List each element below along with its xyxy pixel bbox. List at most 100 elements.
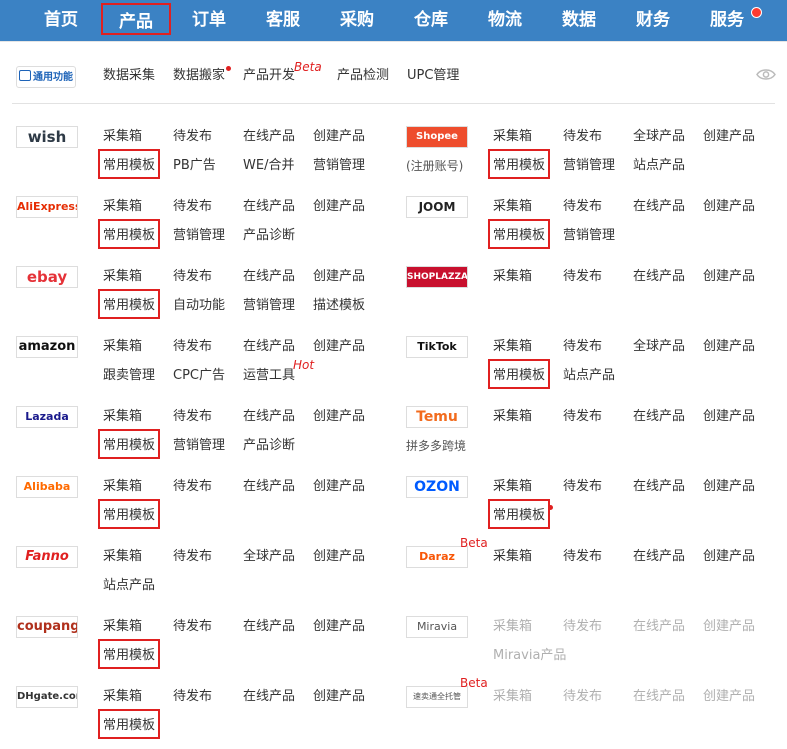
subnav-product-check[interactable]: 产品检测 [337, 67, 389, 85]
link-dhgate-com-r1-1[interactable]: 待发布 [173, 688, 212, 706]
link-tiktok-r1-0[interactable]: 采集箱 [493, 338, 532, 356]
link-ebay-r2-2[interactable]: 营销管理 [243, 297, 295, 315]
link-shopee-r1-1[interactable]: 待发布 [563, 128, 602, 146]
link-amazon-r1-2[interactable]: 在线产品 [243, 338, 295, 356]
link-daraz-r1-1[interactable]: 待发布 [563, 548, 602, 566]
link-ozon-r1-1[interactable]: 待发布 [563, 478, 602, 496]
link-shopee-r1-2[interactable]: 全球产品 [633, 128, 685, 146]
link-coupang-r1-3[interactable]: 创建产品 [313, 618, 365, 636]
link-shopee-r1-0[interactable]: 采集箱 [493, 128, 532, 146]
link-ozon-r1-0[interactable]: 采集箱 [493, 478, 532, 496]
link-wish-r2-2[interactable]: WE/合并 [243, 157, 294, 175]
link-amazon-r2-1[interactable]: CPC广告 [173, 367, 225, 385]
link-joom-r1-0[interactable]: 采集箱 [493, 198, 532, 216]
link-dhgate-com-r1-2[interactable]: 在线产品 [243, 688, 295, 706]
link-amazon-r1-3[interactable]: 创建产品 [313, 338, 365, 356]
link-temu-r1-1[interactable]: 待发布 [563, 408, 602, 426]
link-shopee-r2-1[interactable]: 营销管理 [563, 157, 615, 175]
platform-logo-coupang[interactable]: coupang [16, 616, 78, 638]
platform-logo-ozon[interactable]: OZON [406, 476, 468, 498]
link-ebay-r1-3[interactable]: 创建产品 [313, 268, 365, 286]
nav-item-service[interactable]: 客服 [252, 0, 314, 41]
nav-item-warehouse[interactable]: 仓库 [400, 0, 462, 41]
link-amazon-r1-0[interactable]: 采集箱 [103, 338, 142, 356]
platform-logo-dhgate-com[interactable]: DHgate.com [16, 686, 78, 708]
link-amazon-r2-2[interactable]: 运营工具 [243, 367, 295, 385]
link-shoplazza-r1-1[interactable]: 待发布 [563, 268, 602, 286]
link-ebay-r2-1[interactable]: 自动功能 [173, 297, 225, 315]
link-joom-r1-2[interactable]: 在线产品 [633, 198, 685, 216]
link-tiktok-r1-3[interactable]: 创建产品 [703, 338, 755, 356]
subnav-data-collect[interactable]: 数据采集 [103, 67, 155, 85]
link-ebay-r1-0[interactable]: 采集箱 [103, 268, 142, 286]
link-aliexpress-r1-2[interactable]: 在线产品 [243, 198, 295, 216]
link-tiktok-r1-1[interactable]: 待发布 [563, 338, 602, 356]
platform-logo-ebay[interactable]: ebay [16, 266, 78, 288]
platform-logo-速卖通全托管[interactable]: 速卖通全托管 [406, 686, 468, 708]
link-alibaba-r1-3[interactable]: 创建产品 [313, 478, 365, 496]
link-shoplazza-r1-0[interactable]: 采集箱 [493, 268, 532, 286]
link-aliexpress-r2-1[interactable]: 营销管理 [173, 227, 225, 245]
subnav-product-develop[interactable]: 产品开发 [243, 67, 295, 85]
link-coupang-r1-1[interactable]: 待发布 [173, 618, 212, 636]
platform-logo-lazada[interactable]: Lazada [16, 406, 78, 428]
platform-logo-shopee[interactable]: Shopee [406, 126, 468, 148]
platform-logo-fanno[interactable]: Fanno [16, 546, 78, 568]
link-wish-r1-2[interactable]: 在线产品 [243, 128, 295, 146]
link-lazada-r1-2[interactable]: 在线产品 [243, 408, 295, 426]
link-joom-r1-3[interactable]: 创建产品 [703, 198, 755, 216]
link-wish-r1-0[interactable]: 采集箱 [103, 128, 142, 146]
link-daraz-r1-0[interactable]: 采集箱 [493, 548, 532, 566]
link-temu-r1-3[interactable]: 创建产品 [703, 408, 755, 426]
link-tiktok-r1-2[interactable]: 全球产品 [633, 338, 685, 356]
platform-logo-shoplazza[interactable]: SHOPLAZZA [406, 266, 468, 288]
subnav-data-move[interactable]: 数据搬家 [173, 67, 225, 85]
nav-item-finance[interactable]: 财务 [622, 0, 684, 41]
link-amazon-r2-0[interactable]: 跟卖管理 [103, 367, 155, 385]
link-ozon-r1-2[interactable]: 在线产品 [633, 478, 685, 496]
link-alibaba-r1-1[interactable]: 待发布 [173, 478, 212, 496]
nav-item-purchase[interactable]: 采购 [326, 0, 388, 41]
link-lazada-r1-1[interactable]: 待发布 [173, 408, 212, 426]
link-alibaba-r1-2[interactable]: 在线产品 [243, 478, 295, 496]
link-ebay-r1-2[interactable]: 在线产品 [243, 268, 295, 286]
link-lazada-r1-3[interactable]: 创建产品 [313, 408, 365, 426]
link-lazada-r2-1[interactable]: 营销管理 [173, 437, 225, 455]
link-fanno-r1-1[interactable]: 待发布 [173, 548, 212, 566]
link-shoplazza-r1-3[interactable]: 创建产品 [703, 268, 755, 286]
link-daraz-r1-3[interactable]: 创建产品 [703, 548, 755, 566]
link-shoplazza-r1-2[interactable]: 在线产品 [633, 268, 685, 286]
platform-logo-temu[interactable]: Temu [406, 406, 468, 428]
link-ebay-r2-3[interactable]: 描述模板 [313, 297, 365, 315]
subnav-upc-manage[interactable]: UPC管理 [407, 67, 459, 85]
link-fanno-r1-2[interactable]: 全球产品 [243, 548, 295, 566]
nav-item-home[interactable]: 首页 [30, 0, 92, 41]
link-alibaba-r1-0[interactable]: 采集箱 [103, 478, 142, 496]
link-coupang-r1-0[interactable]: 采集箱 [103, 618, 142, 636]
link-lazada-r2-2[interactable]: 产品诊断 [243, 437, 295, 455]
platform-logo-joom[interactable]: JOOM [406, 196, 468, 218]
link-aliexpress-r1-1[interactable]: 待发布 [173, 198, 212, 216]
platform-logo-tiktok[interactable]: TikTok [406, 336, 468, 358]
platform-logo-daraz[interactable]: Daraz [406, 546, 468, 568]
platform-logo-wish[interactable]: wish [16, 126, 78, 148]
link-fanno-r1-3[interactable]: 创建产品 [313, 548, 365, 566]
link-aliexpress-r1-0[interactable]: 采集箱 [103, 198, 142, 216]
link-amazon-r1-1[interactable]: 待发布 [173, 338, 212, 356]
eye-icon[interactable] [756, 68, 776, 81]
nav-item-product[interactable]: 产品 [101, 3, 171, 35]
link-aliexpress-r1-3[interactable]: 创建产品 [313, 198, 365, 216]
link-lazada-r1-0[interactable]: 采集箱 [103, 408, 142, 426]
link-joom-r1-1[interactable]: 待发布 [563, 198, 602, 216]
link-coupang-r1-2[interactable]: 在线产品 [243, 618, 295, 636]
link-aliexpress-r2-2[interactable]: 产品诊断 [243, 227, 295, 245]
link-temu-r1-2[interactable]: 在线产品 [633, 408, 685, 426]
nav-item-logistics[interactable]: 物流 [474, 0, 536, 41]
link-ebay-r1-1[interactable]: 待发布 [173, 268, 212, 286]
link-shopee-r2-2[interactable]: 站点产品 [633, 157, 685, 175]
link-temu-r1-0[interactable]: 采集箱 [493, 408, 532, 426]
platform-logo-amazon[interactable]: amazon [16, 336, 78, 358]
link-fanno-r2-0[interactable]: 站点产品 [103, 577, 155, 595]
platform-logo-miravia[interactable]: Miravia [406, 616, 468, 638]
platform-logo-alibaba[interactable]: Alibaba [16, 476, 78, 498]
